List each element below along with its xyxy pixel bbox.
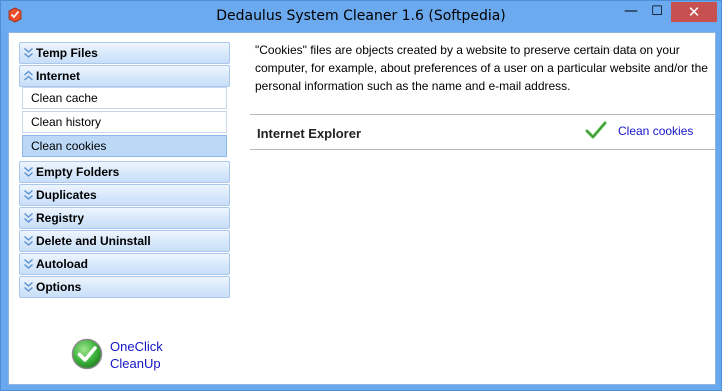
oneclick-label: OneClick CleanUp [110, 338, 163, 372]
nav-item-clean-cache-label: Clean cache [31, 91, 98, 105]
app-window: Dedaulus System Cleaner 1.6 (Softpedia) … [0, 0, 722, 391]
maximize-button[interactable]: ☐ [644, 2, 670, 22]
client-area: Temp Files Internet Clean cache Clean hi… [8, 32, 716, 385]
nav-internet[interactable]: Internet [19, 65, 230, 87]
window-title: Dedaulus System Cleaner 1.6 (Softpedia) [216, 8, 506, 24]
chevron-down-icon [24, 258, 33, 269]
content-panel: SOFTPEDIA "Cookies" files are objects cr… [250, 33, 715, 384]
nav-registry-label: Registry [36, 211, 85, 225]
nav-delete-and-uninstall[interactable]: Delete and Uninstall [19, 230, 230, 252]
oneclick-line1: OneClick [110, 339, 163, 354]
section-title: Internet Explorer [257, 126, 362, 141]
nav-autoload[interactable]: Autoload [19, 253, 230, 275]
divider-bottom [250, 149, 715, 150]
chevron-down-icon [24, 47, 33, 58]
nav-options-label: Options [36, 280, 82, 294]
nav-item-clean-cache[interactable]: Clean cache [22, 87, 227, 109]
nav-delete-and-uninstall-label: Delete and Uninstall [36, 234, 151, 248]
close-button[interactable]: ✕ [671, 2, 717, 22]
oneclick-line2: CleanUp [110, 356, 161, 371]
chevron-down-icon [24, 212, 33, 223]
nav-item-clean-history-label: Clean history [31, 115, 102, 129]
green-check-circle-icon [71, 338, 103, 370]
nav-registry[interactable]: Registry [19, 207, 230, 229]
nav-autoload-label: Autoload [36, 257, 88, 271]
chevron-down-icon [24, 189, 33, 200]
nav-item-clean-history[interactable]: Clean history [22, 111, 227, 133]
oneclick-cleanup-button[interactable]: OneClick CleanUp [71, 336, 191, 372]
chevron-down-icon [24, 166, 33, 177]
nav-temp-files-label: Temp Files [36, 46, 98, 60]
divider-top [250, 114, 715, 115]
green-checkmark-icon [585, 121, 607, 139]
nav-internet-label: Internet [36, 69, 81, 83]
sidebar: Temp Files Internet Clean cache Clean hi… [9, 33, 240, 384]
minimize-button[interactable]: — [618, 2, 644, 22]
nav-duplicates-label: Duplicates [36, 188, 97, 202]
nav-item-clean-cookies-label: Clean cookies [31, 139, 107, 153]
clean-cookies-link[interactable]: Clean cookies [618, 124, 693, 138]
nav-temp-files[interactable]: Temp Files [19, 42, 230, 64]
nav-duplicates[interactable]: Duplicates [19, 184, 230, 206]
description-text: "Cookies" files are objects created by a… [255, 43, 708, 93]
nav-item-clean-cookies[interactable]: Clean cookies [22, 135, 227, 157]
nav-options[interactable]: Options [19, 276, 230, 298]
chevron-down-icon [24, 281, 33, 292]
chevron-up-icon [24, 70, 33, 81]
chevron-down-icon [24, 235, 33, 246]
nav-empty-folders-label: Empty Folders [36, 165, 120, 179]
nav-empty-folders[interactable]: Empty Folders [19, 161, 230, 183]
title-bar[interactable]: Dedaulus System Cleaner 1.6 (Softpedia) … [1, 1, 721, 32]
